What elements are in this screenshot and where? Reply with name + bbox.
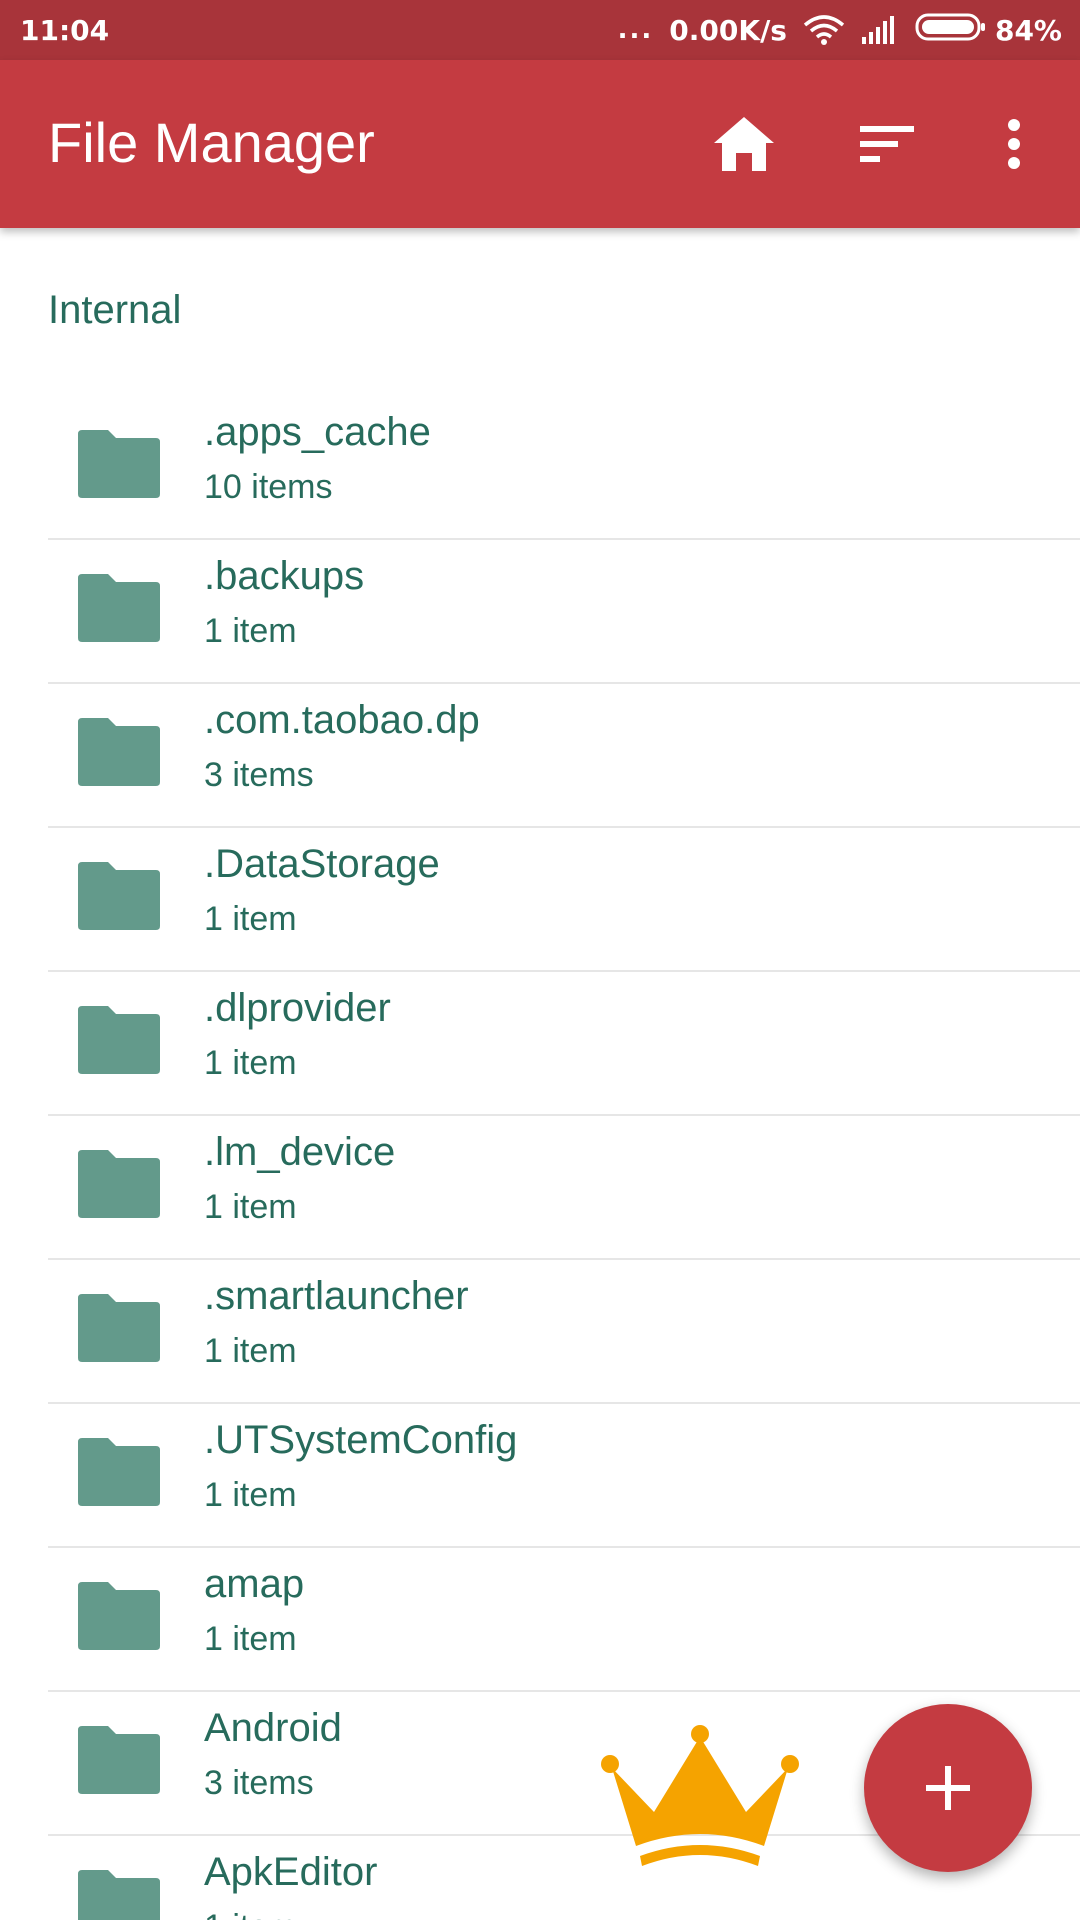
file-row[interactable]: amap 1 item bbox=[48, 1548, 1080, 1692]
file-row[interactable]: .lm_device 1 item bbox=[48, 1116, 1080, 1260]
folder-icon bbox=[78, 430, 160, 498]
folder-icon bbox=[78, 1726, 160, 1794]
folder-icon bbox=[78, 1582, 160, 1650]
file-row[interactable]: .backups 1 item bbox=[48, 540, 1080, 684]
home-icon bbox=[714, 117, 774, 171]
file-item-count: 3 items bbox=[204, 756, 314, 794]
status-indicators: ... 0.00K/s 84% bbox=[618, 12, 1062, 49]
screen: 11:04 ... 0.00K/s 84% File Manager Inter… bbox=[0, 0, 1080, 1920]
folder-icon bbox=[78, 862, 160, 930]
network-speed: 0.00K/s bbox=[669, 13, 787, 47]
folder-icon bbox=[78, 574, 160, 642]
file-item-count: 1 item bbox=[204, 1044, 297, 1082]
file-row[interactable]: .UTSystemConfig 1 item bbox=[48, 1404, 1080, 1548]
folder-icon bbox=[78, 1438, 160, 1506]
file-name: amap bbox=[204, 1562, 305, 1606]
battery-indicator: 84% bbox=[915, 12, 1062, 49]
more-vert-icon bbox=[1008, 119, 1020, 169]
file-row[interactable]: .dlprovider 1 item bbox=[48, 972, 1080, 1116]
file-item-count: 1 item bbox=[204, 1620, 297, 1658]
file-row[interactable]: .com.taobao.dp 3 items bbox=[48, 684, 1080, 828]
file-item-count: 1 item bbox=[204, 1908, 297, 1920]
file-item-count: 3 items bbox=[204, 1764, 314, 1802]
file-list: .apps_cache 10 items .backups 1 item .com.ta… bbox=[0, 396, 1080, 1920]
folder-icon bbox=[78, 1294, 160, 1362]
file-item-count: 1 item bbox=[204, 1188, 297, 1226]
more-options-button[interactable] bbox=[970, 100, 1058, 188]
file-name: .lm_device bbox=[204, 1130, 396, 1174]
file-name: .dlprovider bbox=[204, 986, 391, 1030]
status-time: 11:04 bbox=[20, 13, 110, 47]
file-item-count: 10 items bbox=[204, 468, 333, 506]
file-name: .com.taobao.dp bbox=[204, 698, 480, 742]
battery-percentage: 84% bbox=[994, 13, 1062, 47]
crown-icon[interactable] bbox=[598, 1722, 802, 1872]
status-bar: 11:04 ... 0.00K/s 84% bbox=[0, 0, 1080, 60]
file-row[interactable]: .DataStorage 1 item bbox=[48, 828, 1080, 972]
battery-icon bbox=[915, 12, 987, 49]
folder-icon bbox=[78, 1150, 160, 1218]
app-bar: File Manager bbox=[0, 60, 1080, 228]
file-name: .apps_cache bbox=[204, 410, 431, 454]
file-name: ApkEditor bbox=[204, 1850, 378, 1894]
add-fab-button[interactable] bbox=[864, 1704, 1032, 1872]
folder-icon bbox=[78, 1006, 160, 1074]
file-name: .UTSystemConfig bbox=[204, 1418, 518, 1462]
file-name: .DataStorage bbox=[204, 842, 440, 886]
signal-icon bbox=[861, 15, 899, 45]
home-button[interactable] bbox=[700, 100, 788, 188]
sort-icon bbox=[860, 126, 914, 162]
file-item-count: 1 item bbox=[204, 1332, 297, 1370]
storage-path-label[interactable]: Internal bbox=[48, 288, 181, 333]
file-row[interactable]: .smartlauncher 1 item bbox=[48, 1260, 1080, 1404]
file-name: .backups bbox=[204, 554, 365, 598]
file-item-count: 1 item bbox=[204, 612, 297, 650]
sort-button[interactable] bbox=[843, 100, 931, 188]
file-row[interactable]: .apps_cache 10 items bbox=[48, 396, 1080, 540]
wifi-icon bbox=[803, 15, 845, 45]
file-item-count: 1 item bbox=[204, 1476, 297, 1514]
file-name: .smartlauncher bbox=[204, 1274, 469, 1318]
file-item-count: 1 item bbox=[204, 900, 297, 938]
notification-dots: ... bbox=[617, 15, 654, 45]
folder-icon bbox=[78, 1870, 160, 1920]
app-title: File Manager bbox=[48, 111, 375, 174]
file-name: Android bbox=[204, 1706, 342, 1750]
folder-icon bbox=[78, 718, 160, 786]
plus-icon bbox=[926, 1766, 970, 1810]
